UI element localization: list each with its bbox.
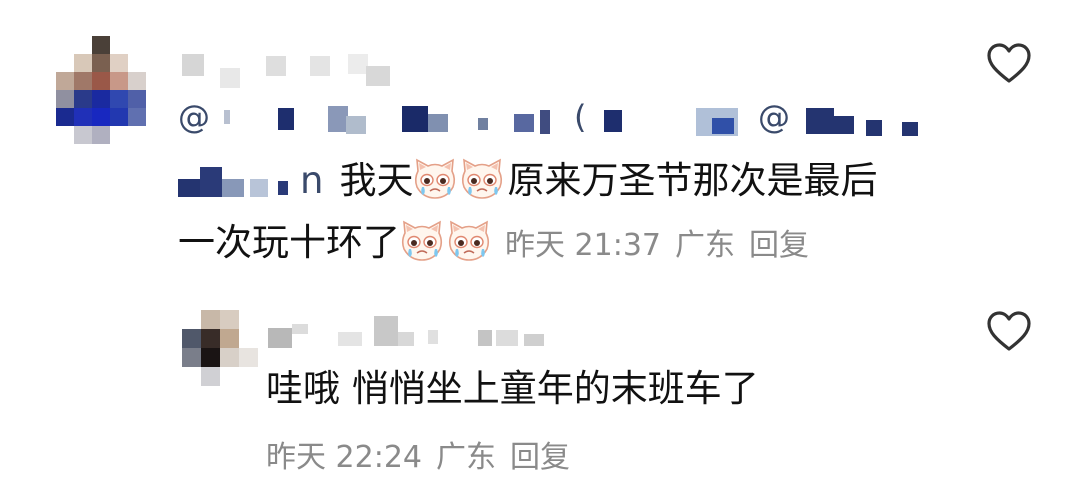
heart-icon[interactable]	[986, 42, 1032, 84]
comment-text-start: 我天	[339, 159, 414, 202]
reply-avatar[interactable]	[182, 310, 258, 386]
reply-meta: 昨天 22:24 广东 回复	[266, 432, 584, 476]
mention-at-3[interactable]: @	[758, 98, 790, 136]
mention-at-2[interactable]: (	[574, 98, 586, 136]
reply-username[interactable]	[268, 312, 568, 352]
comment-meta: 昨天 21:37 广东 回复	[505, 228, 823, 263]
comment-text-line-1: n 我天 原来万圣节那次是最后	[178, 150, 877, 212]
mention-line: @ ( @	[178, 96, 938, 140]
reply-text: 哇哦 悄悄坐上童年的末班车了	[266, 367, 759, 410]
crying-cat-emoji	[401, 220, 443, 261]
comment-timestamp: 昨天 21:37	[505, 228, 661, 263]
avatar[interactable]	[56, 36, 148, 146]
comment-text-end: 一次玩十环了	[178, 221, 400, 264]
crying-cat-emoji	[415, 158, 456, 199]
comment-text-rest: 原来万圣节那次是最后	[507, 159, 878, 202]
crying-cat-emoji	[462, 158, 503, 199]
username[interactable]	[178, 50, 418, 90]
heart-icon[interactable]	[986, 310, 1032, 352]
comment-text-line-2: 一次玩十环了 昨天 21:37 广东 回复	[178, 212, 823, 274]
reply-timestamp: 昨天 22:24	[266, 440, 422, 475]
reply-button[interactable]: 回复	[749, 228, 809, 263]
crying-cat-emoji	[448, 220, 490, 261]
mention-tail[interactable]: n	[300, 159, 323, 202]
comment-location: 广东	[675, 228, 735, 263]
reply-location: 广东	[436, 440, 496, 475]
mention-at-1[interactable]: @	[178, 98, 210, 136]
mention-redacted	[178, 159, 300, 199]
reply-reply-button[interactable]: 回复	[510, 440, 570, 475]
